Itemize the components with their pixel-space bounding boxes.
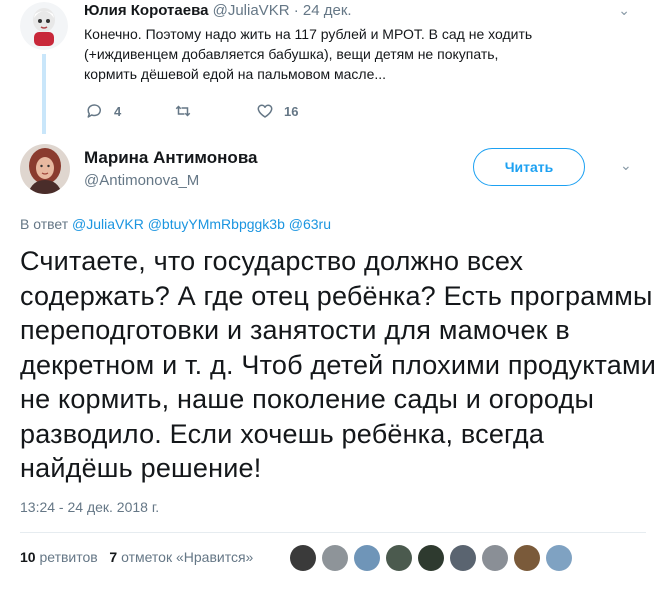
- likes-stat[interactable]: 7 отметок «Нравится»: [109, 549, 253, 565]
- author-name[interactable]: Марина Антимонова: [84, 148, 258, 168]
- parent-header: Юлия Коротаева @JuliaVKR · 24 дек.: [84, 2, 352, 19]
- thread-line: [42, 54, 46, 134]
- reply-context: В ответ @JuliaVKR @btuyYMmRbpggk3b @63ru: [20, 216, 331, 232]
- liker-avatar[interactable]: [386, 545, 412, 571]
- parent-time[interactable]: · 24 дек.: [294, 2, 352, 19]
- retweets-count: 10: [20, 549, 36, 565]
- liker-avatar[interactable]: [354, 545, 380, 571]
- parent-tweet[interactable]: Юлия Коротаева @JuliaVKR · 24 дек. ⌄ Кон…: [0, 0, 666, 140]
- tweet-timestamp[interactable]: 13:24 - 24 дек. 2018 г.: [20, 499, 159, 515]
- retweet-button[interactable]: [174, 102, 256, 120]
- parent-author-handle[interactable]: @JuliaVKR: [213, 2, 290, 19]
- liker-avatar[interactable]: [514, 545, 540, 571]
- like-count: 16: [284, 103, 299, 119]
- parent-tweet-text: Конечно. Поэтому надо жить на 117 рублей…: [84, 26, 533, 82]
- parent-actions: 4 16: [86, 100, 298, 122]
- avatar[interactable]: [20, 2, 68, 50]
- avatar[interactable]: [20, 144, 70, 194]
- reply-mentions[interactable]: @JuliaVKR @btuyYMmRbpggk3b @63ru: [72, 216, 331, 232]
- chevron-down-icon[interactable]: ⌄: [620, 157, 632, 174]
- divider: [20, 532, 646, 533]
- retweet-icon: [175, 105, 191, 117]
- tweet-text: Считаете, что государство должно всех со…: [20, 246, 657, 483]
- liker-avatar[interactable]: [290, 545, 316, 571]
- tweet-stats: 10 ретвитов 7 отметок «Нравится»: [20, 549, 253, 565]
- retweets-stat[interactable]: 10 ретвитов: [20, 549, 98, 565]
- liker-avatar[interactable]: [482, 545, 508, 571]
- liker-avatar[interactable]: [322, 545, 348, 571]
- retweets-label: ретвитов: [39, 549, 98, 565]
- liker-avatars: [290, 545, 578, 571]
- liker-avatar[interactable]: [418, 545, 444, 571]
- reply-count: 4: [114, 103, 122, 119]
- author-handle[interactable]: @Antimonova_M: [84, 172, 199, 189]
- liker-avatar[interactable]: [450, 545, 476, 571]
- reply-icon: [87, 104, 101, 118]
- chevron-down-icon[interactable]: ⌄: [618, 2, 630, 19]
- reply-prefix: В ответ: [20, 216, 69, 232]
- like-button[interactable]: 16: [256, 102, 298, 120]
- follow-button[interactable]: Читать: [473, 148, 585, 186]
- likes-label: отметок «Нравится»: [121, 549, 254, 565]
- reply-button[interactable]: 4: [86, 102, 174, 120]
- liker-avatar[interactable]: [546, 545, 572, 571]
- likes-count: 7: [109, 549, 118, 565]
- heart-icon: [257, 104, 273, 118]
- parent-author-name[interactable]: Юлия Коротаева: [84, 2, 208, 19]
